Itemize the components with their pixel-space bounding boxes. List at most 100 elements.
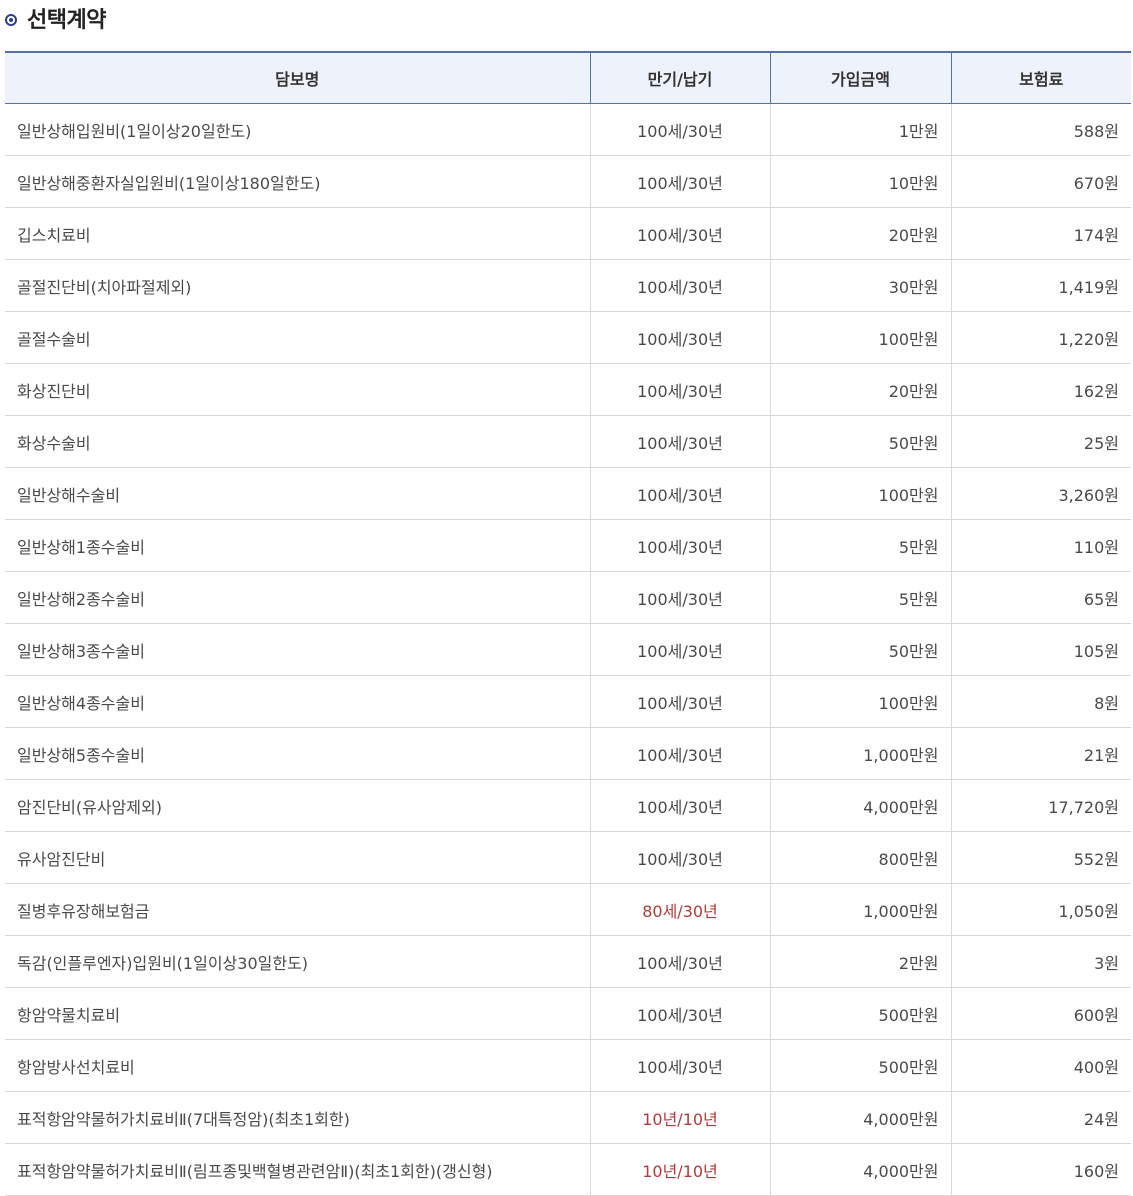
table-row: 질병후유장해보험금 80세/30년 1,000만원 1,050원 bbox=[5, 883, 1131, 936]
table-header-row: 담보명 만기/납기 가입금액 보험료 bbox=[5, 51, 1131, 104]
amount-value: 500만원 bbox=[769, 1039, 951, 1092]
coverage-name: 화상진단비 bbox=[5, 363, 590, 416]
table-body: 일반상해입원비(1일이상20일한도) 100세/30년 1만원 588원 일반상… bbox=[5, 103, 1131, 1196]
amount-value: 500만원 bbox=[769, 987, 951, 1040]
premium-value: 174원 bbox=[950, 207, 1131, 260]
amount-value: 5만원 bbox=[769, 571, 951, 624]
coverage-name: 질병후유장해보험금 bbox=[5, 883, 590, 936]
circle-bullet-icon bbox=[5, 14, 17, 26]
term-value: 100세/30년 bbox=[589, 727, 770, 780]
premium-value: 3원 bbox=[950, 935, 1131, 988]
coverage-name: 일반상해중환자실입원비(1일이상180일한도) bbox=[5, 155, 590, 208]
column-header-premium: 보험료 bbox=[950, 51, 1131, 104]
premium-value: 1,220원 bbox=[950, 311, 1131, 364]
amount-value: 1,000만원 bbox=[769, 727, 951, 780]
coverage-name: 일반상해1종수술비 bbox=[5, 519, 590, 572]
coverage-name: 항암방사선치료비 bbox=[5, 1039, 590, 1092]
premium-value: 105원 bbox=[950, 623, 1131, 676]
optional-contract-table: 담보명 만기/납기 가입금액 보험료 일반상해입원비(1일이상20일한도) 10… bbox=[5, 51, 1131, 1196]
premium-value: 600원 bbox=[950, 987, 1131, 1040]
term-value: 100세/30년 bbox=[589, 1039, 770, 1092]
amount-value: 10만원 bbox=[769, 155, 951, 208]
term-value: 100세/30년 bbox=[589, 259, 770, 312]
term-value: 100세/30년 bbox=[589, 935, 770, 988]
table-row: 유사암진단비 100세/30년 800만원 552원 bbox=[5, 831, 1131, 884]
term-value: 10년/10년 bbox=[589, 1091, 770, 1144]
term-value: 100세/30년 bbox=[589, 519, 770, 572]
amount-value: 4,000만원 bbox=[769, 779, 951, 832]
premium-value: 3,260원 bbox=[950, 467, 1131, 520]
term-value: 100세/30년 bbox=[589, 155, 770, 208]
coverage-name: 표적항암약물허가치료비Ⅱ(7대특정암)(최초1회한) bbox=[5, 1091, 590, 1144]
premium-value: 25원 bbox=[950, 415, 1131, 468]
amount-value: 1만원 bbox=[769, 103, 951, 156]
column-header-coverage-name: 담보명 bbox=[5, 51, 590, 104]
column-header-amount: 가입금액 bbox=[769, 51, 951, 104]
coverage-name: 일반상해3종수술비 bbox=[5, 623, 590, 676]
coverage-name: 독감(인플루엔자)입원비(1일이상30일한도) bbox=[5, 935, 590, 988]
table-row: 일반상해5종수술비 100세/30년 1,000만원 21원 bbox=[5, 727, 1131, 780]
amount-value: 5만원 bbox=[769, 519, 951, 572]
coverage-name: 일반상해2종수술비 bbox=[5, 571, 590, 624]
term-value: 100세/30년 bbox=[589, 207, 770, 260]
premium-value: 588원 bbox=[950, 103, 1131, 156]
table-row: 독감(인플루엔자)입원비(1일이상30일한도) 100세/30년 2만원 3원 bbox=[5, 935, 1131, 988]
amount-value: 50만원 bbox=[769, 415, 951, 468]
premium-value: 400원 bbox=[950, 1039, 1131, 1092]
table-row: 일반상해수술비 100세/30년 100만원 3,260원 bbox=[5, 467, 1131, 520]
term-value: 100세/30년 bbox=[589, 103, 770, 156]
table-row: 화상진단비 100세/30년 20만원 162원 bbox=[5, 363, 1131, 416]
amount-value: 30만원 bbox=[769, 259, 951, 312]
term-value: 100세/30년 bbox=[589, 623, 770, 676]
term-value: 100세/30년 bbox=[589, 831, 770, 884]
term-value: 100세/30년 bbox=[589, 987, 770, 1040]
amount-value: 800만원 bbox=[769, 831, 951, 884]
coverage-name: 화상수술비 bbox=[5, 415, 590, 468]
table-row: 일반상해3종수술비 100세/30년 50만원 105원 bbox=[5, 623, 1131, 676]
table-row: 일반상해4종수술비 100세/30년 100만원 8원 bbox=[5, 675, 1131, 728]
amount-value: 50만원 bbox=[769, 623, 951, 676]
coverage-name: 일반상해4종수술비 bbox=[5, 675, 590, 728]
term-value: 100세/30년 bbox=[589, 571, 770, 624]
coverage-name: 일반상해수술비 bbox=[5, 467, 590, 520]
column-header-term: 만기/납기 bbox=[589, 51, 770, 104]
coverage-name: 암진단비(유사암제외) bbox=[5, 779, 590, 832]
term-value: 100세/30년 bbox=[589, 779, 770, 832]
premium-value: 670원 bbox=[950, 155, 1131, 208]
coverage-name: 일반상해입원비(1일이상20일한도) bbox=[5, 103, 590, 156]
table-row: 항암약물치료비 100세/30년 500만원 600원 bbox=[5, 987, 1131, 1040]
term-value: 100세/30년 bbox=[589, 675, 770, 728]
premium-value: 8원 bbox=[950, 675, 1131, 728]
amount-value: 100만원 bbox=[769, 675, 951, 728]
coverage-name: 항암약물치료비 bbox=[5, 987, 590, 1040]
table-row: 항암방사선치료비 100세/30년 500만원 400원 bbox=[5, 1039, 1131, 1092]
coverage-name: 골절수술비 bbox=[5, 311, 590, 364]
amount-value: 1,000만원 bbox=[769, 883, 951, 936]
premium-value: 552원 bbox=[950, 831, 1131, 884]
coverage-name: 일반상해5종수술비 bbox=[5, 727, 590, 780]
table-row: 일반상해2종수술비 100세/30년 5만원 65원 bbox=[5, 571, 1131, 624]
table-row: 깁스치료비 100세/30년 20만원 174원 bbox=[5, 207, 1131, 260]
term-value: 100세/30년 bbox=[589, 363, 770, 416]
coverage-name: 유사암진단비 bbox=[5, 831, 590, 884]
premium-value: 21원 bbox=[950, 727, 1131, 780]
premium-value: 1,419원 bbox=[950, 259, 1131, 312]
table-row: 일반상해1종수술비 100세/30년 5만원 110원 bbox=[5, 519, 1131, 572]
premium-value: 17,720원 bbox=[950, 779, 1131, 832]
table-row: 일반상해중환자실입원비(1일이상180일한도) 100세/30년 10만원 67… bbox=[5, 155, 1131, 208]
term-value: 80세/30년 bbox=[589, 883, 770, 936]
coverage-name: 깁스치료비 bbox=[5, 207, 590, 260]
table-row: 골절수술비 100세/30년 100만원 1,220원 bbox=[5, 311, 1131, 364]
amount-value: 100만원 bbox=[769, 467, 951, 520]
premium-value: 110원 bbox=[950, 519, 1131, 572]
table-row: 표적항암약물허가치료비Ⅱ(7대특정암)(최초1회한) 10년/10년 4,000… bbox=[5, 1091, 1131, 1144]
section-title: 선택계약 bbox=[27, 8, 106, 33]
table-row: 암진단비(유사암제외) 100세/30년 4,000만원 17,720원 bbox=[5, 779, 1131, 832]
amount-value: 20만원 bbox=[769, 207, 951, 260]
premium-value: 65원 bbox=[950, 571, 1131, 624]
term-value: 100세/30년 bbox=[589, 311, 770, 364]
table-row: 화상수술비 100세/30년 50만원 25원 bbox=[5, 415, 1131, 468]
amount-value: 4,000만원 bbox=[769, 1091, 951, 1144]
premium-value: 162원 bbox=[950, 363, 1131, 416]
term-value: 100세/30년 bbox=[589, 415, 770, 468]
